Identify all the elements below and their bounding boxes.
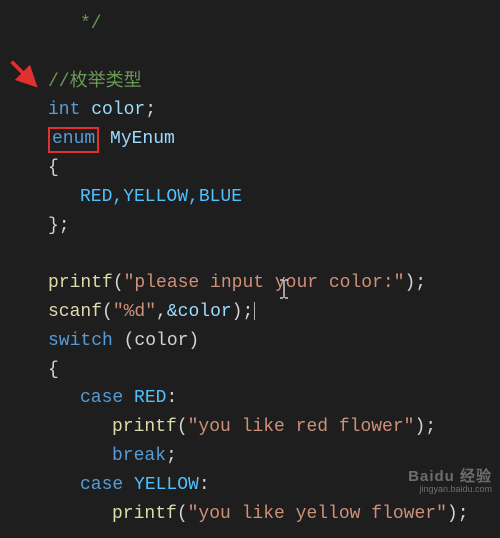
code-editor[interactable]: */ //枚举类型 int color; enum MyEnum { RED,Y… [0,0,500,538]
keyword-switch: switch [48,331,113,351]
string-red: "you like red flower" [188,417,415,437]
ident-color: color [80,100,145,120]
code-line: scanf("%d",&color); [0,298,500,327]
code-line: { [0,356,500,385]
code-line: int color; [0,96,500,125]
code-line: case RED: [0,384,500,413]
rbrace-semi: }; [48,216,70,236]
func-printf: printf [48,273,113,293]
lbrace: { [48,360,59,380]
lbrace: { [48,158,59,178]
watermark: Baidu 经验 jingyan.baidu.com [408,465,492,494]
func-printf: printf [112,504,177,524]
code-line: RED,YELLOW,BLUE [0,183,500,212]
ident-myenum: MyEnum [99,129,175,149]
keyword-enum: enum [52,129,95,149]
keyword-case: case [80,475,123,495]
text-caret [254,302,255,320]
code-line: enum MyEnum [0,125,500,154]
code-line: }; [0,212,500,241]
watermark-url: jingyan.baidu.com [408,484,492,494]
keyword-break: break [112,446,166,466]
func-printf: printf [112,417,177,437]
comment-end: */ [80,14,102,34]
code-line: { [0,154,500,183]
code-line: */ [0,10,500,39]
string-prompt: "please input your color:" [124,273,405,293]
blank-line [0,39,500,68]
code-line: printf("you like yellow flower"); [0,500,500,529]
keyword-case: case [80,388,123,408]
label-red: RED [123,388,166,408]
keyword-int: int [48,100,80,120]
code-line: switch (color) [0,327,500,356]
code-line: printf("you like red flower"); [0,413,500,442]
arg-color: &color [167,302,232,322]
semicolon: ; [145,100,156,120]
func-scanf: scanf [48,302,102,322]
blank-line [0,240,500,269]
enum-highlight-box: enum [48,127,99,153]
watermark-brand: Baidu 经验 [408,465,492,486]
string-yellow: "you like yellow flower" [188,504,447,524]
enum-values: RED,YELLOW,BLUE [80,187,242,207]
code-line: //枚举类型 [0,68,500,97]
code-line: printf("please input your color:"); [0,269,500,298]
comment-zh: //枚举类型 [48,72,142,92]
label-yellow: YELLOW [123,475,199,495]
string-fmt: "%d" [113,302,156,322]
